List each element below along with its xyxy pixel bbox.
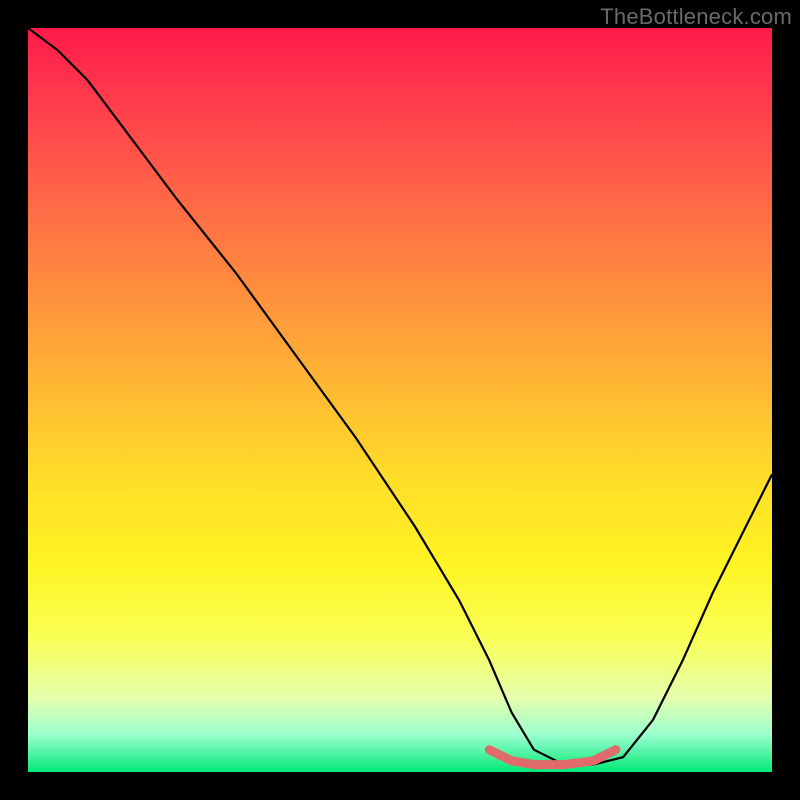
curve-layer xyxy=(28,28,772,772)
watermark-text: TheBottleneck.com xyxy=(600,4,792,30)
highlight-segment xyxy=(489,750,616,765)
bottleneck-curve xyxy=(28,28,772,765)
plot-area xyxy=(28,28,772,772)
chart-frame: TheBottleneck.com xyxy=(0,0,800,800)
